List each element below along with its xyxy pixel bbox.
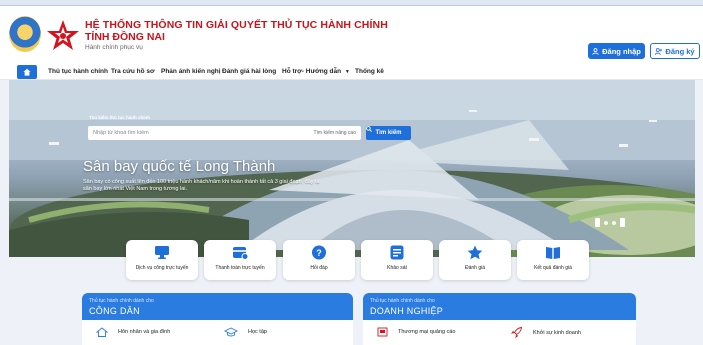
family-home-icon <box>96 327 108 337</box>
nav-item-ho-tro-label: Hỗ trợ- Hướng dẫn <box>282 68 342 75</box>
category-item-label: Học tập <box>248 329 267 335</box>
svg-text:?: ? <box>316 248 322 258</box>
book-icon <box>546 247 560 259</box>
search-box: Tìm kiếm nâng cao <box>88 126 361 140</box>
star-icon <box>467 245 483 260</box>
category-item-thuong-mai[interactable]: Thương mại quảng cáo <box>377 327 455 337</box>
service-card-dich-vu-cong[interactable]: Dịch vụ công trực tuyến <box>126 240 198 280</box>
chevron-down-icon: ▼ <box>344 69 350 75</box>
province-seal-logo[interactable] <box>9 16 41 52</box>
nav-item-phan-anh[interactable]: Phản ánh kiến nghị <box>161 68 221 75</box>
carousel-indicators <box>595 218 625 227</box>
service-card-khao-sat[interactable]: Khảo sát <box>361 240 433 280</box>
category-item-hon-nhan[interactable]: Hôn nhân và gia đình <box>96 327 170 337</box>
nav-item-thong-ke[interactable]: Thống kê <box>355 68 384 75</box>
user-add-icon <box>655 47 663 55</box>
service-card-ket-qua[interactable]: Kết quả đánh giá <box>517 240 589 280</box>
carousel-dot[interactable] <box>620 218 625 227</box>
nav-item-tra-cuu[interactable]: Tra cứu hồ sơ <box>111 68 155 75</box>
category-item-label: Thương mại quảng cáo <box>398 329 456 335</box>
main-nav: Thủ tục hành chính Tra cứu hồ sơ Phản án… <box>0 64 703 80</box>
category-item-label: Khởi sự kinh doanh <box>533 329 581 336</box>
service-card-label: Kết quả đánh giá <box>534 265 572 271</box>
service-card-danh-gia[interactable]: Đánh giá <box>439 240 511 280</box>
panel-header: Thủ tục hành chính dành cho DOANH NGHIỆP <box>363 293 636 320</box>
citizen-procedures-panel: Thủ tục hành chính dành cho CÔNG DÂN Hôn… <box>82 293 353 345</box>
nav-item-danh-gia[interactable]: Đánh giá hài lòng <box>222 68 276 75</box>
service-card-thanh-toan[interactable]: Thanh toán trực tuyến <box>204 240 276 280</box>
carousel-dot[interactable] <box>595 218 600 227</box>
search-label: Tìm kiếm thủ tục hành chính <box>89 115 151 120</box>
billboard-icon <box>377 327 388 337</box>
login-label: Đăng nhập <box>602 46 641 56</box>
panel-title: DOANH NGHIỆP <box>370 306 444 316</box>
login-button[interactable]: Đăng nhập <box>588 43 645 59</box>
home-icon <box>23 68 31 76</box>
service-card-label: Dịch vụ công trực tuyến <box>135 265 189 271</box>
search-icon <box>366 126 372 132</box>
site-title-line2: TỈNH ĐỒNG NAI <box>85 31 165 43</box>
service-card-label: Khảo sát <box>387 265 407 271</box>
monitor-icon <box>155 246 169 259</box>
carousel-dot[interactable] <box>612 220 616 225</box>
star-emblem-logo[interactable] <box>45 18 81 54</box>
panel-header: Thủ tục hành chính dành cho CÔNG DÂN <box>82 293 353 320</box>
nav-item-ho-tro[interactable]: Hỗ trợ- Hướng dẫn ▼ <box>282 68 350 75</box>
category-item-hoc-tap[interactable]: Học tập <box>224 327 267 337</box>
register-button[interactable]: Đăng ký <box>650 43 700 59</box>
category-item-label: Hôn nhân và gia đình <box>118 329 171 335</box>
payment-icon <box>233 247 248 260</box>
hero-description: Sân bay có công suất lên đến 100 triệu h… <box>83 179 320 192</box>
business-procedures-panel: Thủ tục hành chính dành cho DOANH NGHIỆP… <box>363 293 636 345</box>
hero-banner: Tìm kiếm thủ tục hành chính Tìm kiếm nân… <box>9 80 695 257</box>
survey-icon <box>390 245 404 260</box>
search-button[interactable]: Tìm kiếm <box>366 126 411 140</box>
nav-home-button[interactable] <box>17 65 37 79</box>
panel-subtitle: Thủ tục hành chính dành cho <box>370 298 435 304</box>
service-card-label: Hỏi đáp <box>310 265 328 271</box>
site-header: HỆ THỐNG THÔNG TIN GIẢI QUYẾT THỦ TỤC HÀ… <box>0 6 703 64</box>
nav-item-thu-tuc[interactable]: Thủ tục hành chính <box>48 68 108 75</box>
register-label: Đăng ký <box>665 46 695 56</box>
advanced-search-link[interactable]: Tìm kiếm nâng cao <box>313 130 356 136</box>
panel-title: CÔNG DÂN <box>89 306 140 316</box>
graduation-cap-icon <box>224 327 238 337</box>
rocket-icon <box>511 327 523 338</box>
hero-title: Sân bay quốc tế Long Thành <box>83 158 276 175</box>
service-card-hoi-dap[interactable]: ? Hỏi đáp <box>283 240 355 280</box>
site-title-line1: HỆ THỐNG THÔNG TIN GIẢI QUYẾT THỦ TỤC HÀ… <box>85 19 388 31</box>
category-item-khoi-su[interactable]: Khởi sự kinh doanh <box>511 327 581 338</box>
search-button-label: Tìm kiếm <box>375 130 402 136</box>
service-card-label: Đánh giá <box>464 265 485 271</box>
panel-subtitle: Thủ tục hành chính dành cho <box>89 298 154 304</box>
question-icon: ? <box>312 245 326 260</box>
site-subtitle: Hành chính phục vụ <box>85 44 143 51</box>
carousel-dot[interactable] <box>604 220 608 225</box>
user-icon <box>592 47 599 55</box>
service-card-label: Thanh toán trực tuyến <box>215 265 265 271</box>
search-input[interactable] <box>88 126 288 140</box>
